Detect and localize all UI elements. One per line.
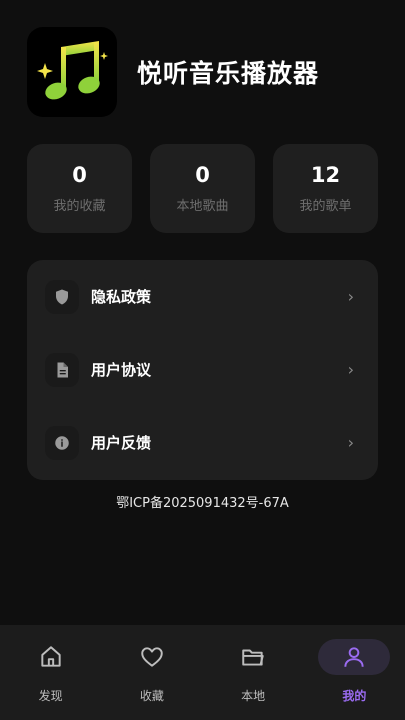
info-icon bbox=[45, 425, 79, 460]
menu-item-label: 隐私政策 bbox=[91, 288, 152, 306]
stat-label: 我的歌单 bbox=[299, 199, 352, 214]
app-header: 悦听音乐播放器 bbox=[27, 27, 319, 117]
stat-favorites[interactable]: 0 我的收藏 bbox=[27, 144, 132, 233]
stat-value: 0 bbox=[195, 163, 210, 187]
music-note-icon bbox=[37, 41, 108, 100]
menu-item-user-agreement[interactable]: 用户协议 › bbox=[27, 333, 378, 406]
person-icon bbox=[318, 639, 391, 675]
icp-license-text[interactable]: 鄂ICP备2025091432号-67A bbox=[0, 492, 405, 511]
tab-mine[interactable]: 我的 bbox=[304, 625, 405, 720]
menu-item-privacy-policy[interactable]: 隐私政策 › bbox=[27, 260, 378, 333]
app-title: 悦听音乐播放器 bbox=[137, 59, 320, 88]
stat-local-songs[interactable]: 0 本地歌曲 bbox=[150, 144, 255, 233]
heart-icon bbox=[116, 639, 188, 675]
tab-local[interactable]: 本地 bbox=[203, 625, 304, 720]
menu-item-label: 用户协议 bbox=[91, 361, 152, 379]
stat-label: 我的收藏 bbox=[53, 199, 106, 214]
tab-label: 发现 bbox=[38, 689, 63, 703]
tab-favorites[interactable]: 收藏 bbox=[101, 625, 202, 720]
chevron-right-icon: › bbox=[347, 433, 354, 452]
settings-menu: 隐私政策 › 用户协议 › 用户反馈 › bbox=[27, 260, 378, 480]
document-icon bbox=[45, 352, 79, 387]
tab-discover[interactable]: 发现 bbox=[0, 625, 101, 720]
menu-item-feedback[interactable]: 用户反馈 › bbox=[27, 406, 378, 479]
stat-label: 本地歌曲 bbox=[176, 199, 229, 214]
chevron-right-icon: › bbox=[347, 287, 354, 306]
stats-row: 0 我的收藏 0 本地歌曲 12 我的歌单 bbox=[27, 144, 378, 233]
folder-icon bbox=[217, 639, 289, 675]
stat-value: 0 bbox=[72, 163, 87, 187]
bottom-tab-bar: 发现 收藏 本地 我的 bbox=[0, 625, 405, 720]
tab-label: 本地 bbox=[241, 689, 266, 703]
tab-label: 我的 bbox=[342, 689, 367, 703]
shield-icon bbox=[45, 279, 79, 314]
home-icon bbox=[15, 639, 87, 675]
stat-playlists[interactable]: 12 我的歌单 bbox=[273, 144, 378, 233]
tab-label: 收藏 bbox=[139, 689, 164, 703]
app-logo bbox=[27, 27, 117, 117]
chevron-right-icon: › bbox=[347, 360, 354, 379]
stat-value: 12 bbox=[310, 163, 341, 187]
menu-item-label: 用户反馈 bbox=[91, 434, 152, 452]
